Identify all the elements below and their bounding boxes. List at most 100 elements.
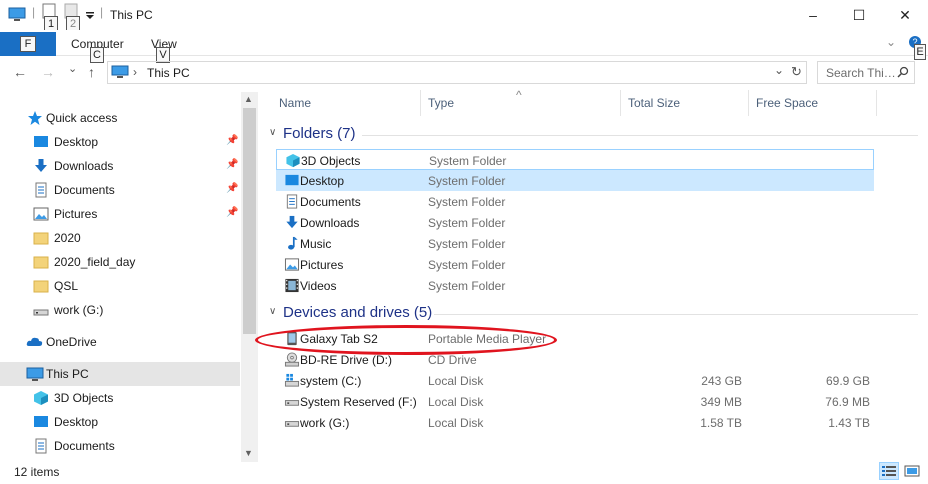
column-divider[interactable]	[748, 90, 749, 116]
sidebar-item-label: Desktop	[54, 135, 99, 149]
recent-locations-button[interactable]: ⌄	[68, 62, 77, 75]
desktop-icon	[33, 134, 49, 150]
forward-button[interactable]: →	[41, 64, 55, 80]
folder-icon	[33, 230, 49, 246]
sidebar-item-quick-access[interactable]: Quick access	[0, 106, 240, 130]
refresh-button[interactable]: ↻	[791, 64, 802, 80]
separator: |	[100, 5, 104, 19]
item-free-space: 76.9 MB	[825, 395, 870, 409]
sidebar-item-work-g[interactable]: work (G:)	[0, 298, 240, 322]
item-type: Portable Media Player	[428, 332, 547, 346]
large-icons-view-button[interactable]	[902, 462, 922, 480]
sidebar-item-onedrive[interactable]: OneDrive	[0, 330, 240, 354]
item-name: System Reserved (F:)	[300, 395, 417, 409]
address-dropdown-icon[interactable]: ⌄	[774, 63, 784, 77]
details-view-button[interactable]	[879, 462, 899, 480]
videos-icon	[284, 278, 300, 293]
file-tab[interactable]: F	[0, 32, 56, 56]
item-name: Music	[300, 237, 332, 251]
item-name: Galaxy Tab S2	[300, 332, 378, 346]
list-item-desktop[interactable]: Desktop System Folder	[276, 170, 874, 191]
navigation-pane: Quick access Desktop 📌 Downloads 📌 Docum…	[0, 92, 258, 462]
qat-dropdown-icon[interactable]	[86, 9, 94, 23]
sidebar-item-desktop-2[interactable]: Desktop	[0, 410, 240, 434]
column-header-type[interactable]: Type	[428, 96, 454, 110]
item-total-size: 243 GB	[701, 374, 742, 388]
list-item-system-reserved-f[interactable]: System Reserved (F:) Local Disk 349 MB 7…	[276, 391, 874, 412]
tablet-icon	[284, 331, 300, 346]
item-type: System Folder	[428, 216, 506, 230]
list-item-pictures[interactable]: Pictures System Folder	[276, 254, 874, 275]
list-item-3d-objects[interactable]: 3D Objects System Folder	[276, 149, 874, 170]
list-item-downloads[interactable]: Downloads System Folder	[276, 212, 874, 233]
column-header-total-size[interactable]: Total Size	[628, 96, 680, 110]
item-name: BD-RE Drive (D:)	[300, 353, 392, 367]
close-button[interactable]: ✕	[882, 0, 928, 30]
disc-drive-icon	[284, 352, 300, 367]
list-item-galaxy-tab-s2[interactable]: Galaxy Tab S2 Portable Media Player	[276, 328, 874, 349]
sidebar-item-2020[interactable]: 2020	[0, 226, 240, 250]
list-item-bd-re-drive[interactable]: BD-RE Drive (D:) CD Drive	[276, 349, 874, 370]
item-name: Videos	[300, 279, 337, 293]
column-header-name[interactable]: Name	[279, 96, 311, 110]
item-type: System Folder	[428, 174, 506, 188]
search-input[interactable]: Search Thi…	[826, 66, 896, 80]
sidebar-item-desktop[interactable]: Desktop 📌	[0, 130, 240, 154]
music-icon	[284, 236, 300, 251]
sidebar-item-label: 3D Objects	[54, 391, 114, 405]
details-view-icon	[882, 466, 896, 476]
keytip-file: F	[20, 36, 36, 52]
column-divider[interactable]	[876, 90, 877, 116]
drive-icon	[284, 415, 300, 430]
back-button[interactable]: ←	[13, 64, 27, 80]
address-text[interactable]: This PC	[147, 66, 190, 80]
sidebar-item-downloads[interactable]: Downloads 📌	[0, 154, 240, 178]
large-icons-view-icon	[904, 465, 920, 477]
sidebar-item-this-pc[interactable]: This PC	[0, 362, 240, 386]
sidebar-item-2020-field-day[interactable]: 2020_field_day	[0, 250, 240, 274]
status-item-count: 12 items	[14, 465, 60, 479]
address-bar[interactable]: › This PC ⌄ ↻	[107, 61, 807, 84]
computer-icon	[111, 65, 129, 83]
list-item-videos[interactable]: Videos System Folder	[276, 275, 874, 296]
sidebar-item-qsl[interactable]: QSL	[0, 274, 240, 298]
group-divider	[362, 135, 918, 136]
list-item-system-c[interactable]: system (C:) Local Disk 243 GB 69.9 GB	[276, 370, 874, 391]
group-header-devices[interactable]: Devices and drives (5)	[283, 304, 432, 321]
up-button[interactable]: ↑	[88, 64, 95, 80]
column-header-free-space[interactable]: Free Space	[756, 96, 818, 110]
cube-icon	[33, 390, 49, 406]
sidebar-item-pictures[interactable]: Pictures 📌	[0, 202, 240, 226]
pin-icon: 📌	[226, 207, 239, 218]
scroll-up-icon[interactable]: ▲	[244, 94, 253, 104]
scroll-down-icon[interactable]: ▼	[244, 448, 253, 458]
scrollbar-thumb[interactable]	[243, 108, 256, 334]
address-chevron[interactable]: ›	[133, 65, 137, 79]
sidebar-item-documents[interactable]: Documents 📌	[0, 178, 240, 202]
group-header-folders[interactable]: Folders (7)	[283, 125, 356, 142]
sidebar-item-documents-2[interactable]: Documents	[0, 434, 240, 458]
list-item-music[interactable]: Music System Folder	[276, 233, 874, 254]
search-box[interactable]: Search Thi…	[817, 61, 915, 84]
minimize-button[interactable]: –	[790, 0, 836, 30]
sidebar-item-label: OneDrive	[46, 335, 97, 349]
sidebar-item-3d-objects[interactable]: 3D Objects	[0, 386, 240, 410]
column-divider[interactable]	[620, 90, 621, 116]
sidebar-item-label: Downloads	[54, 159, 114, 173]
item-name: Downloads	[300, 216, 360, 230]
item-total-size: 1.58 TB	[700, 416, 742, 430]
collapse-group-icon[interactable]: ∨	[269, 306, 276, 317]
item-name: Pictures	[300, 258, 344, 272]
collapse-group-icon[interactable]: ∨	[269, 127, 276, 138]
expand-ribbon-icon[interactable]: ⌄	[886, 35, 896, 49]
windows-drive-icon	[284, 373, 300, 388]
column-divider[interactable]	[420, 90, 421, 116]
list-item-work-g[interactable]: work (G:) Local Disk 1.58 TB 1.43 TB	[276, 412, 874, 433]
desktop-icon	[284, 173, 300, 188]
list-item-documents[interactable]: Documents System Folder	[276, 191, 874, 212]
maximize-button[interactable]: ☐	[836, 0, 882, 30]
this-pc-icon[interactable]	[8, 7, 26, 26]
pictures-icon	[33, 206, 49, 222]
cube-icon	[285, 153, 301, 168]
file-list: Name Type ^ Total Size Free Space ∨ Fold…	[262, 88, 928, 462]
